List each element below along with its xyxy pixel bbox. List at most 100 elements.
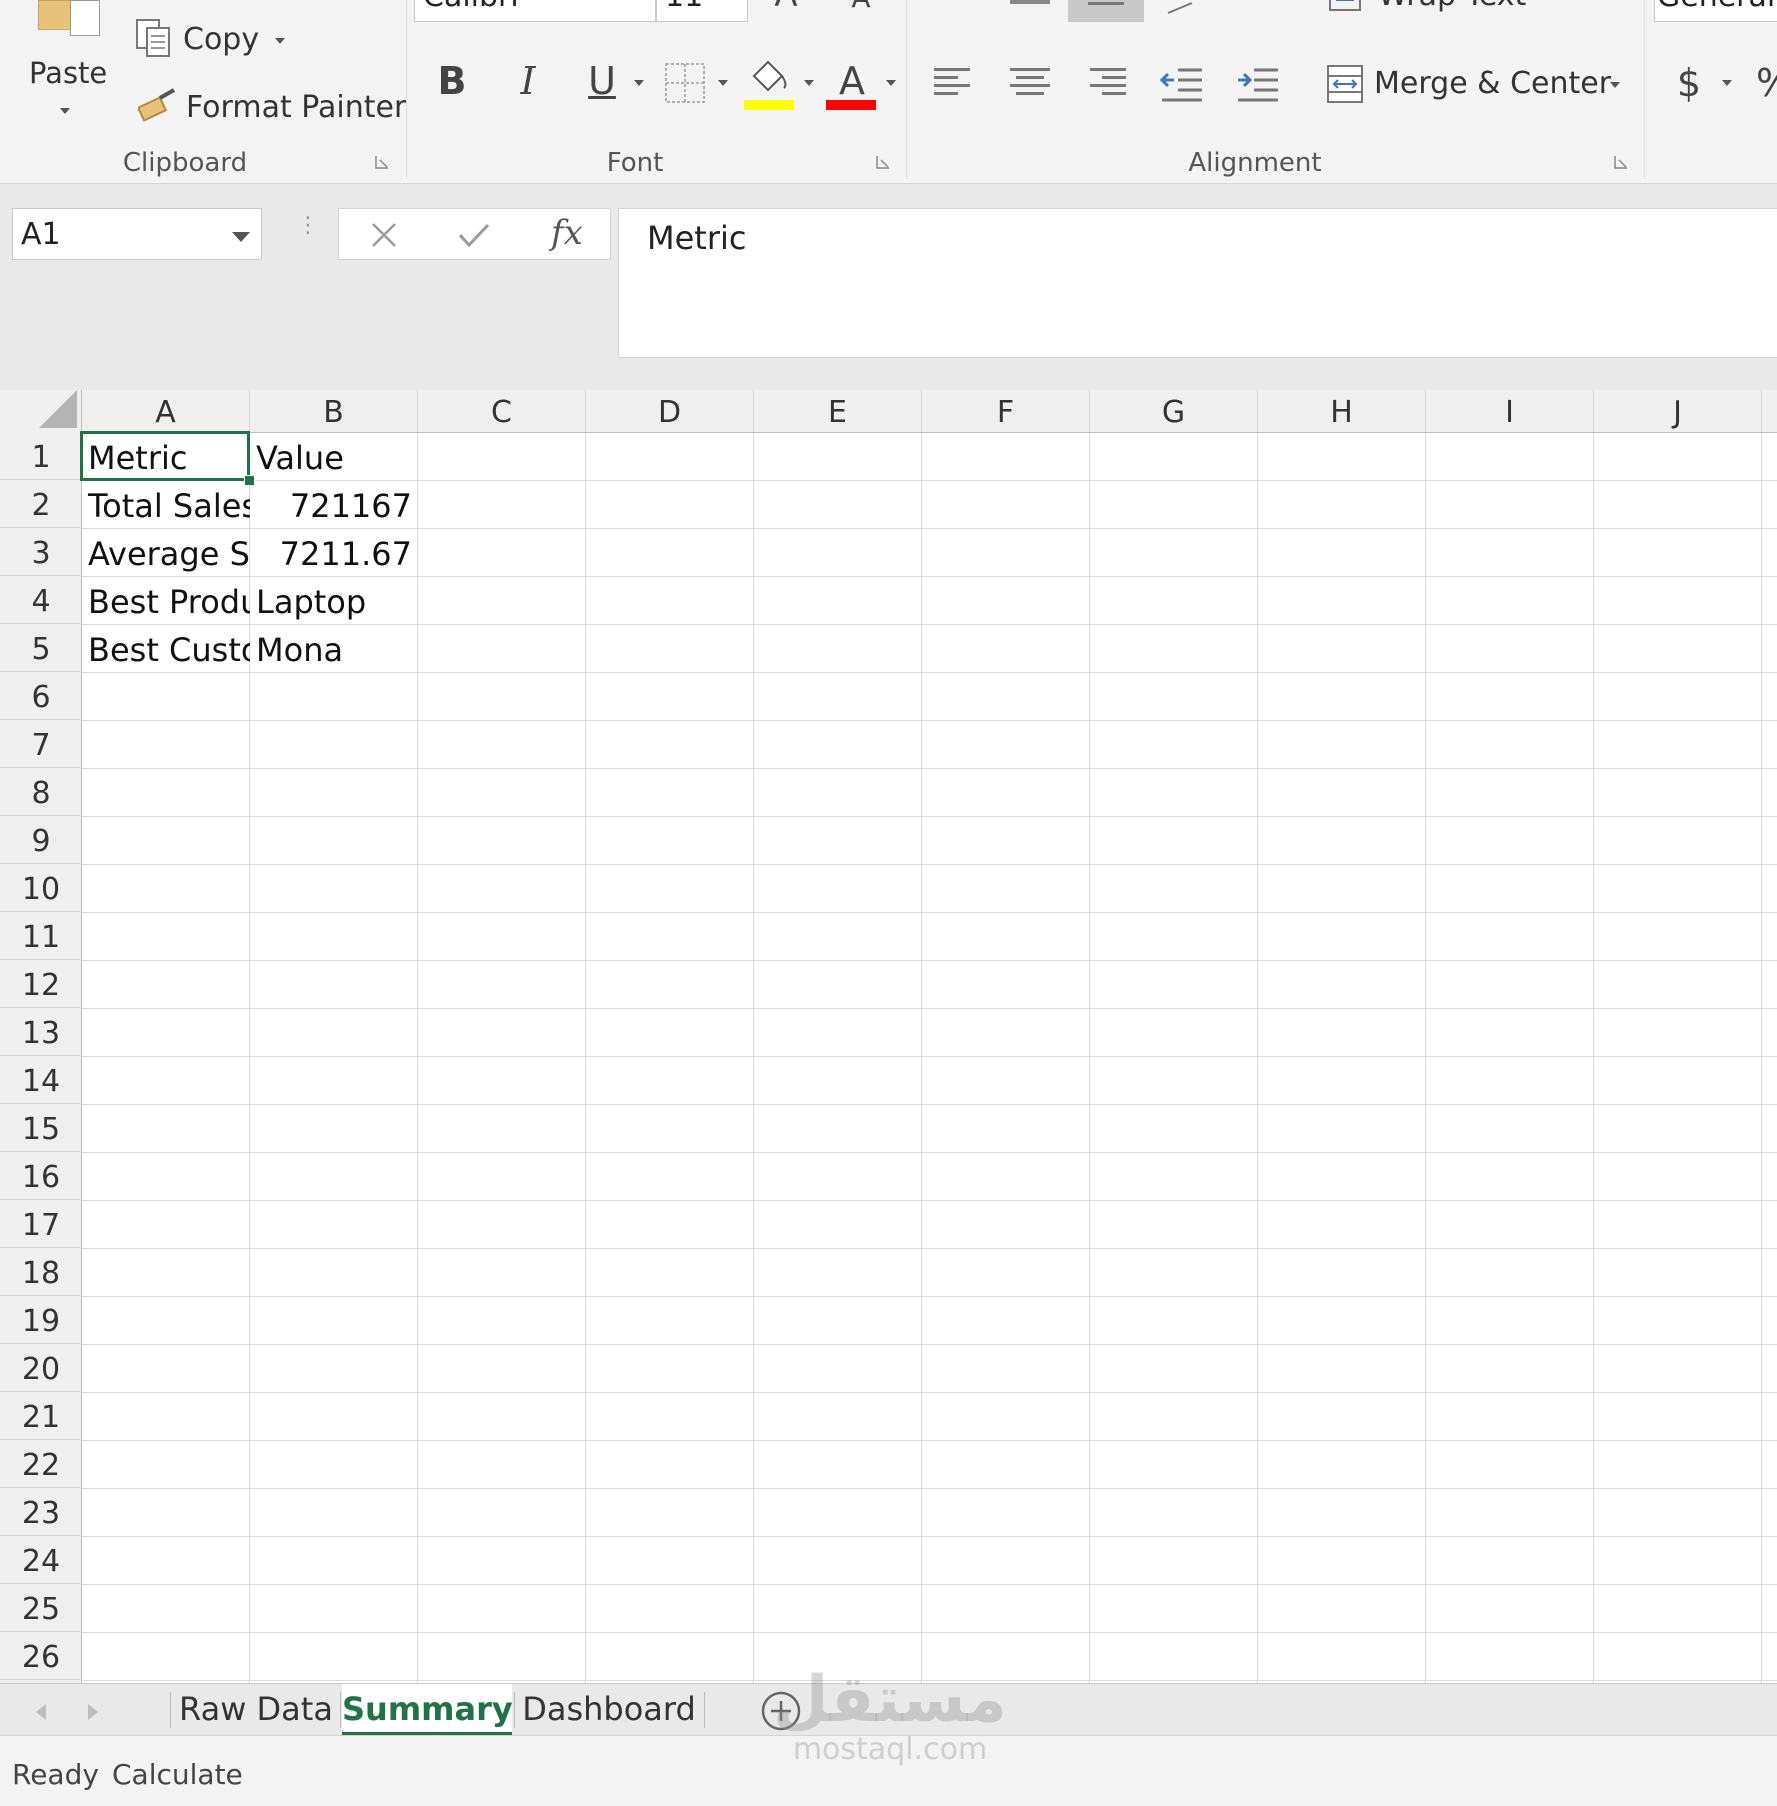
column-header-e[interactable]: E: [754, 390, 922, 432]
fill-color-button[interactable]: [744, 58, 814, 110]
align-center-button[interactable]: [1010, 68, 1050, 102]
wrap-text-icon: [1329, 0, 1361, 11]
row-header-8[interactable]: 8: [0, 768, 82, 816]
column-header-d[interactable]: D: [586, 390, 754, 432]
row-header-5[interactable]: 5: [0, 624, 82, 672]
orientation-button[interactable]: [1166, 0, 1196, 14]
row-header-23[interactable]: 23: [0, 1488, 82, 1536]
row-header-25[interactable]: 25: [0, 1584, 82, 1632]
row-header-16[interactable]: 16: [0, 1152, 82, 1200]
column-header-i[interactable]: I: [1426, 390, 1594, 432]
currency-caret-icon[interactable]: [1722, 80, 1732, 86]
column-header-g[interactable]: G: [1090, 390, 1258, 432]
row-header-17[interactable]: 17: [0, 1200, 82, 1248]
tab-scroll-left-icon[interactable]: [36, 1704, 46, 1720]
cell-b3[interactable]: 7211.67: [250, 529, 418, 577]
row-header-24[interactable]: 24: [0, 1536, 82, 1584]
decrease-indent-button[interactable]: [1159, 64, 1204, 104]
row-header-18[interactable]: 18: [0, 1248, 82, 1296]
tab-scroll-right-icon[interactable]: [88, 1704, 98, 1720]
cell-a3[interactable]: Average Sa: [82, 529, 250, 577]
row-header-19[interactable]: 19: [0, 1296, 82, 1344]
row-header-1[interactable]: 1: [0, 432, 82, 480]
status-calculate[interactable]: Calculate: [112, 1758, 243, 1791]
cell-a5[interactable]: Best Custo: [82, 625, 250, 673]
row-header-21[interactable]: 21: [0, 1392, 82, 1440]
font-color-button[interactable]: A: [826, 58, 896, 110]
middle-align-button[interactable]: [1068, 0, 1144, 22]
format-painter-button[interactable]: Format Painter: [138, 86, 406, 132]
fill-handle[interactable]: [244, 475, 255, 486]
borders-button[interactable]: [664, 62, 728, 104]
row-header-9[interactable]: 9: [0, 816, 82, 864]
row-header-2[interactable]: 2: [0, 480, 82, 528]
column-header-h[interactable]: H: [1258, 390, 1426, 432]
increase-indent-button[interactable]: [1236, 64, 1280, 104]
enter-check-icon[interactable]: [457, 220, 491, 250]
paste-button[interactable]: Paste: [20, 0, 110, 120]
formula-bar-grip-icon[interactable]: ⋮: [297, 215, 319, 237]
row-header-10[interactable]: 10: [0, 864, 82, 912]
cell-b4[interactable]: Laptop: [250, 577, 418, 625]
font-size-select[interactable]: 11: [656, 0, 748, 22]
alignment-launcher-icon[interactable]: [1614, 155, 1628, 169]
bold-button[interactable]: B: [432, 62, 472, 100]
column-header-j[interactable]: J: [1594, 390, 1762, 432]
row-header-4[interactable]: 4: [0, 576, 82, 624]
merge-center-button[interactable]: Merge & Center: [1326, 62, 1626, 108]
row-header-26[interactable]: 26: [0, 1632, 82, 1680]
font-name-select[interactable]: Calibri: [414, 0, 656, 22]
number-format-select[interactable]: General: [1654, 0, 1777, 22]
row-header-11[interactable]: 11: [0, 912, 82, 960]
cell-a1[interactable]: Metric: [82, 433, 250, 481]
top-align-button[interactable]: [1010, 0, 1050, 4]
name-box-caret-icon[interactable]: [232, 232, 250, 242]
middle-align-icon: [1088, 2, 1124, 5]
row-header-6[interactable]: 6: [0, 672, 82, 720]
row-header-14[interactable]: 14: [0, 1056, 82, 1104]
sheet-tab-summary[interactable]: Summary: [342, 1684, 513, 1736]
worksheet-grid: ABCDEFGHIJ 1 2 3 4 5 6 7 8 9 10 11 12 13 14 15 16 17 18 19…: [0, 390, 1777, 1683]
cancel-icon[interactable]: [369, 220, 399, 250]
cell-a2[interactable]: Total Sales: [82, 481, 250, 529]
percent-button[interactable]: %: [1756, 64, 1777, 102]
align-left-button[interactable]: [934, 68, 974, 102]
cell-b5[interactable]: Mona: [250, 625, 418, 673]
italic-button[interactable]: I: [508, 62, 548, 100]
copy-button[interactable]: Copy: [135, 18, 295, 64]
column-header-f[interactable]: F: [922, 390, 1090, 432]
sheet-tab-raw-data[interactable]: Raw Data: [172, 1684, 340, 1736]
formula-input[interactable]: Metric: [618, 208, 1777, 358]
select-all-button[interactable]: [0, 390, 82, 432]
underline-caret-icon[interactable]: [634, 80, 644, 86]
cell-b1[interactable]: Value: [250, 433, 418, 481]
merge-center-label: Merge & Center: [1374, 66, 1612, 101]
name-box[interactable]: A1: [12, 208, 262, 260]
align-right-button[interactable]: [1086, 68, 1126, 102]
font-launcher-icon[interactable]: [876, 155, 890, 169]
row-header-7[interactable]: 7: [0, 720, 82, 768]
cells-area[interactable]: MetricValueTotal Sales721167Average Sa72…: [82, 433, 1777, 1683]
column-header-b[interactable]: B: [250, 390, 418, 432]
cell-b2[interactable]: 721167: [250, 481, 418, 529]
grow-font-button[interactable]: A: [768, 0, 804, 12]
underline-button[interactable]: U: [582, 62, 622, 100]
cell-a4[interactable]: Best Produ: [82, 577, 250, 625]
sheet-tab-dashboard[interactable]: Dashboard: [516, 1684, 702, 1736]
row-header-13[interactable]: 13: [0, 1008, 82, 1056]
row-header-12[interactable]: 12: [0, 960, 82, 1008]
paste-caret-icon: [60, 108, 70, 114]
wrap-text-button[interactable]: Wrap Text: [1328, 0, 1548, 14]
shrink-font-button[interactable]: A: [846, 0, 876, 12]
row-header-15[interactable]: 15: [0, 1104, 82, 1152]
column-header-c[interactable]: C: [418, 390, 586, 432]
clipboard-launcher-icon[interactable]: [375, 155, 389, 169]
group-separator: [906, 0, 907, 178]
row-header-3[interactable]: 3: [0, 528, 82, 576]
row-header-20[interactable]: 20: [0, 1344, 82, 1392]
insert-function-button[interactable]: fx: [551, 213, 583, 253]
row-header-22[interactable]: 22: [0, 1440, 82, 1488]
currency-button[interactable]: $: [1672, 64, 1706, 102]
column-header-a[interactable]: A: [82, 390, 250, 432]
fill-color-caret-icon: [804, 80, 814, 86]
